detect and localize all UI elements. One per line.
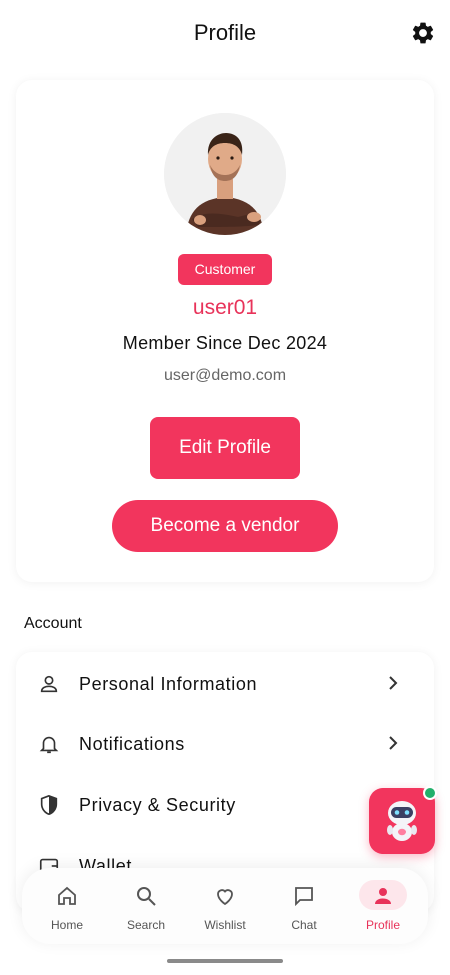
person-icon: [371, 884, 395, 908]
nav-label: Home: [50, 918, 83, 932]
page-title: Profile: [193, 20, 257, 45]
nav-item-profile[interactable]: Profile: [343, 868, 423, 944]
person-icon: [38, 673, 60, 695]
menu-item-personal-information[interactable]: Personal Information: [16, 654, 434, 714]
nav-item-chat[interactable]: Chat: [264, 868, 344, 944]
edit-profile-button[interactable]: Edit Profile: [150, 417, 300, 479]
bell-icon: [38, 733, 60, 755]
nav-label: Wishlist: [204, 918, 246, 932]
chevron-right-icon: [385, 735, 401, 751]
nav-label: Search: [126, 918, 166, 932]
account-section-title: Account: [24, 615, 82, 632]
chevron-right-icon: [385, 675, 401, 691]
avatar[interactable]: [164, 113, 286, 235]
menu-item-label: Personal Information: [79, 674, 258, 694]
bottom-navigation: Home Search Wishlist Chat Profile: [22, 868, 428, 944]
nav-item-search[interactable]: Search: [106, 868, 186, 944]
shield-icon: [38, 794, 60, 816]
email: user@demo.com: [163, 367, 287, 384]
assistant-bot-button[interactable]: [369, 786, 437, 854]
search-icon: [134, 884, 158, 908]
home-icon: [55, 884, 79, 908]
chat-icon: [292, 884, 316, 908]
username: user01: [192, 296, 258, 319]
menu-item-label: Privacy & Security: [79, 795, 236, 815]
nav-label: Chat: [291, 918, 317, 932]
online-status-dot: [423, 786, 437, 800]
menu-item-notifications[interactable]: Notifications: [16, 714, 434, 774]
robot-icon: [387, 801, 417, 841]
nav-item-home[interactable]: Home: [27, 868, 107, 944]
member-since: Member Since Dec 2024: [122, 333, 328, 353]
nav-item-wishlist[interactable]: Wishlist: [185, 868, 265, 944]
role-badge: Customer: [178, 254, 272, 285]
nav-label: Profile: [365, 918, 400, 932]
become-vendor-button[interactable]: Become a vendor: [112, 500, 338, 552]
profile-card: Customer user01 Member Since Dec 2024 us…: [16, 80, 434, 582]
menu-item-label: Notifications: [79, 734, 185, 754]
heart-icon: [213, 884, 237, 908]
gear-icon[interactable]: [410, 20, 436, 46]
home-indicator[interactable]: [167, 959, 283, 963]
app-header: Profile: [0, 0, 450, 66]
